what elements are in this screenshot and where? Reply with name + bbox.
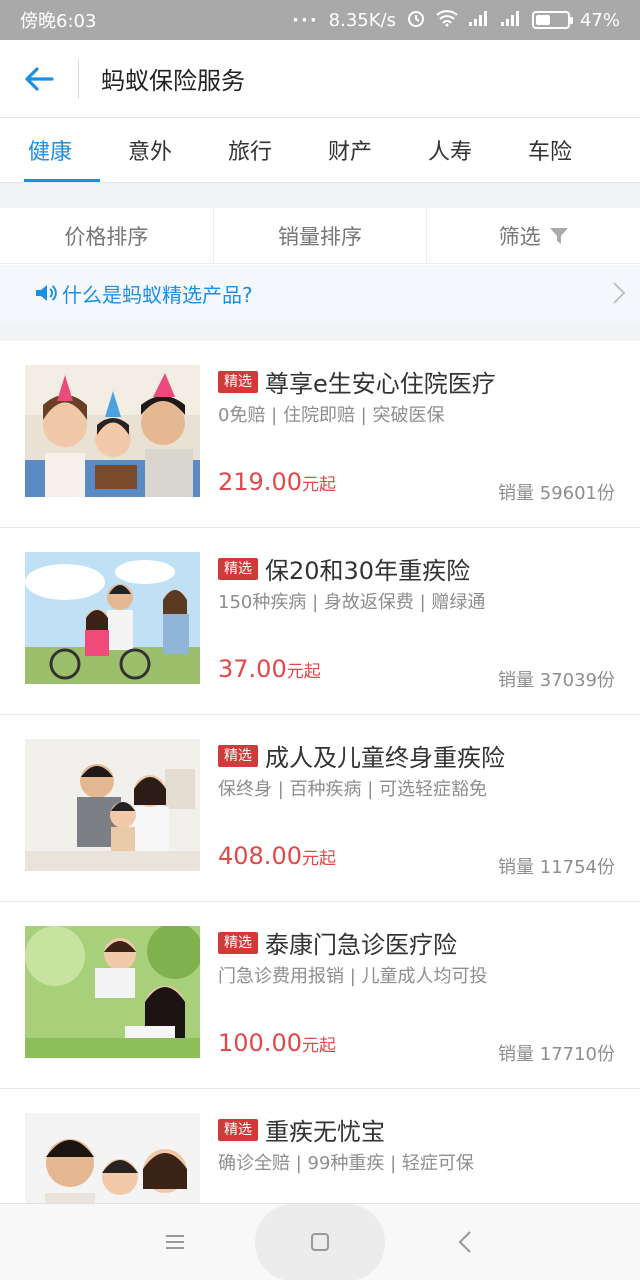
product-price: 408.00元起 [218, 842, 336, 870]
tab-health[interactable]: 健康 [0, 118, 100, 182]
product-tags: 门急诊费用报销 | 儿童成人均可投 [218, 966, 488, 987]
product-tags: 保终身 | 百种疾病 | 可选轻症豁免 [218, 779, 488, 800]
page-title: 蚂蚁保险服务 [101, 67, 245, 95]
product-item[interactable]: 精选 成人及儿童终身重疾险 保终身 | 百种疾病 | 可选轻症豁免 408.00… [0, 715, 640, 902]
dots-icon: ··· [292, 9, 319, 31]
nav-back-button[interactable] [435, 1212, 495, 1272]
featured-badge: 精选 [218, 371, 258, 393]
system-nav-bar [0, 1203, 640, 1280]
product-sales: 销量 17710份 [498, 1044, 615, 1065]
arrow-left-icon [25, 66, 54, 91]
price-value: 219.00 [218, 468, 302, 496]
family-sofa-photo [25, 739, 200, 871]
product-tags: 150种疾病 | 身故返保费 | 赠绿通 [218, 592, 486, 613]
featured-notice[interactable]: 什么是蚂蚁精选产品? [0, 265, 640, 321]
price-value: 37.00 [218, 655, 287, 683]
product-price: 219.00元起 [218, 468, 336, 496]
product-name: 成人及儿童终身重疾险 [265, 744, 505, 772]
tab-accident[interactable]: 意外 [100, 118, 200, 182]
product-tags: 确诊全赔 | 99种重疾 | 轻症可保 [218, 1153, 474, 1174]
tab-property[interactable]: 财产 [300, 118, 400, 182]
home-button[interactable] [255, 1203, 385, 1280]
section-divider [0, 321, 640, 341]
price-value: 100.00 [218, 1029, 302, 1057]
funnel-icon [549, 227, 568, 244]
sort-bar: 价格排序 销量排序 筛选 [0, 208, 640, 264]
status-bar: 傍晚6:03 ··· 8.35K/s 47% [0, 0, 640, 40]
category-tabs: 健康 意外 旅行 财产 人寿 车险 [0, 118, 640, 182]
battery-icon [531, 11, 573, 29]
chevron-right-icon [613, 282, 626, 304]
tab-auto[interactable]: 车险 [500, 118, 600, 182]
tabs-divider [0, 182, 640, 208]
title-bar: 蚂蚁保险服务 [0, 40, 640, 118]
product-name: 保20和30年重疾险 [265, 557, 471, 585]
product-item[interactable]: 精选 保20和30年重疾险 150种疾病 | 身故返保费 | 赠绿通 37.00… [0, 528, 640, 715]
price-unit: 元起 [301, 849, 336, 869]
featured-badge: 精选 [218, 1119, 258, 1141]
filter-button[interactable]: 筛选 [426, 208, 640, 263]
price-unit: 元起 [286, 662, 321, 682]
status-time: 傍晚6:03 [20, 11, 97, 32]
sort-sales-label: 销量排序 [278, 224, 362, 249]
back-button[interactable] [0, 40, 78, 118]
tab-travel[interactable]: 旅行 [200, 118, 300, 182]
product-tags: 0免赔 | 住院即赔 | 突破医保 [218, 405, 445, 426]
sort-sales-button[interactable]: 销量排序 [212, 208, 427, 263]
price-unit: 元起 [301, 475, 336, 495]
square-home-icon [311, 1233, 329, 1251]
product-name: 尊享e生安心住院医疗 [265, 370, 496, 398]
menu-button[interactable] [145, 1212, 205, 1272]
product-price: 100.00元起 [218, 1029, 336, 1057]
signal-icon [500, 10, 522, 31]
chevron-left-icon [458, 1231, 471, 1253]
wifi-icon [436, 9, 458, 32]
notice-text: 什么是蚂蚁精选产品? [62, 282, 253, 307]
product-item[interactable]: 精选 尊享e生安心住院医疗 0免赔 | 住院即赔 | 突破医保 219.00元起… [0, 341, 640, 528]
price-unit: 元起 [301, 1036, 336, 1056]
filter-label: 筛选 [498, 224, 541, 249]
speaker-icon [36, 285, 57, 301]
product-name: 重疾无忧宝 [265, 1118, 385, 1146]
signal-icon [468, 10, 490, 31]
alarm-icon [406, 8, 426, 33]
battery-percent: 47% [579, 9, 620, 31]
family-bicycle-photo [25, 552, 200, 684]
product-item[interactable]: 精选 泰康门急诊医疗险 门急诊费用报销 | 儿童成人均可投 100.00元起 销… [0, 902, 640, 1089]
sort-price-label: 价格排序 [64, 224, 149, 249]
mother-baby-photo [25, 926, 200, 1058]
sort-price-button[interactable]: 价格排序 [0, 208, 213, 263]
product-name: 泰康门急诊医疗险 [265, 931, 457, 959]
price-value: 408.00 [218, 842, 302, 870]
family-birthday-photo [25, 365, 200, 497]
product-sales: 销量 59601份 [498, 483, 615, 504]
product-sales: 销量 37039份 [498, 670, 615, 691]
product-price: 37.00元起 [218, 655, 321, 683]
tab-life[interactable]: 人寿 [400, 118, 500, 182]
featured-badge: 精选 [218, 745, 258, 767]
net-speed: 8.35K/s [328, 9, 396, 31]
product-sales: 销量 11754份 [498, 857, 615, 878]
featured-badge: 精选 [218, 558, 258, 580]
featured-badge: 精选 [218, 932, 258, 954]
menu-icon [166, 1235, 184, 1249]
title-divider [78, 58, 79, 99]
